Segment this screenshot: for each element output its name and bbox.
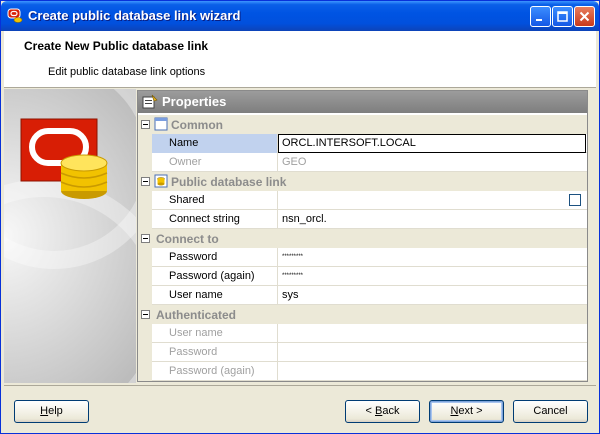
user-name-input[interactable]: sys — [279, 286, 587, 305]
property-name: User name — [152, 286, 278, 305]
wizard-side-banner — [4, 89, 136, 383]
owner-value: GEO — [282, 156, 307, 168]
back-button[interactable]: < Back — [345, 400, 420, 423]
category-common[interactable]: Common — [138, 115, 587, 134]
auth-user-name-value — [279, 324, 587, 343]
wizard-window: Create public database link wizard Creat… — [0, 0, 600, 434]
database-link-icon — [154, 174, 168, 188]
property-row-connect-string[interactable]: Connect string nsn_orcl. — [138, 210, 587, 229]
collapse-icon[interactable] — [141, 310, 150, 319]
help-button[interactable]: Help — [14, 400, 89, 423]
property-row-password-again[interactable]: Password (again) ********* — [138, 267, 587, 286]
footer-divider — [4, 385, 596, 386]
category-public-database-link[interactable]: Public database link — [138, 172, 587, 191]
property-name: User name — [152, 324, 278, 343]
cancel-button[interactable]: Cancel — [513, 400, 588, 423]
minimize-icon — [536, 19, 542, 21]
oracle-app-icon — [7, 8, 23, 23]
property-name: Password (again) — [152, 267, 278, 286]
collapse-icon[interactable] — [141, 177, 150, 186]
property-row-auth-user-name: User name — [138, 324, 587, 343]
category-label: Authenticated — [156, 308, 237, 322]
shared-checkbox[interactable] — [569, 194, 581, 206]
common-icon — [154, 117, 168, 131]
next-button[interactable]: Next > — [429, 400, 504, 423]
category-label: Connect to — [156, 232, 219, 246]
collapse-icon[interactable] — [141, 234, 150, 243]
properties-grid: Properties Common Name ORCL.INTERSOFT.LO… — [137, 90, 588, 382]
password-input[interactable]: ********* — [279, 248, 587, 267]
property-name: Shared — [152, 191, 278, 210]
wizard-header: Create New Public database link Edit pub… — [4, 31, 596, 88]
property-row-password[interactable]: Password ********* — [138, 248, 587, 267]
collapse-icon[interactable] — [141, 120, 150, 129]
wizard-step-title: Create New Public database link — [24, 39, 209, 53]
password-mask: ********* — [282, 254, 304, 260]
property-row-shared[interactable]: Shared — [138, 191, 587, 210]
property-rows: Common Name ORCL.INTERSOFT.LOCAL Owner G… — [138, 115, 587, 381]
property-name: Password (again) — [152, 362, 278, 381]
shared-value-cell[interactable] — [279, 191, 587, 210]
connect-string-input[interactable]: nsn_orcl. — [279, 210, 587, 229]
mnemonic: H — [40, 405, 49, 417]
property-name: Password — [152, 343, 278, 362]
properties-header: Properties — [138, 91, 587, 113]
auth-password-again-value — [279, 362, 587, 381]
property-name: Connect string — [152, 210, 278, 229]
property-name: Name — [152, 134, 278, 153]
property-row-auth-password-again: Password (again) — [138, 362, 587, 381]
window-title: Create public database link wizard — [28, 8, 241, 23]
oracle-database-logo-icon — [20, 118, 108, 199]
close-button[interactable] — [574, 6, 595, 27]
properties-title: Properties — [162, 94, 227, 109]
properties-icon — [142, 94, 158, 109]
maximize-icon — [557, 11, 568, 22]
maximize-button[interactable] — [552, 6, 573, 27]
category-connect-to[interactable]: Connect to — [138, 229, 587, 248]
property-row-owner: Owner GEO — [138, 153, 587, 172]
minimize-button[interactable] — [530, 6, 551, 27]
password-again-input[interactable]: ********* — [279, 267, 587, 286]
password-mask: ********* — [282, 273, 304, 279]
wizard-step-subtitle: Edit public database link options — [48, 66, 206, 78]
category-label: Common — [171, 118, 223, 132]
category-label: Public database link — [171, 175, 287, 189]
property-row-name[interactable]: Name ORCL.INTERSOFT.LOCAL — [138, 134, 587, 153]
title-bar[interactable]: Create public database link wizard — [1, 1, 599, 31]
property-row-auth-password: Password — [138, 343, 587, 362]
category-authenticated[interactable]: Authenticated — [138, 305, 587, 324]
property-name: Password — [152, 248, 278, 267]
property-name: Owner — [152, 153, 278, 172]
auth-password-value — [279, 343, 587, 362]
property-row-user-name[interactable]: User name sys — [138, 286, 587, 305]
close-icon — [579, 11, 590, 22]
name-input[interactable]: ORCL.INTERSOFT.LOCAL — [278, 134, 586, 153]
